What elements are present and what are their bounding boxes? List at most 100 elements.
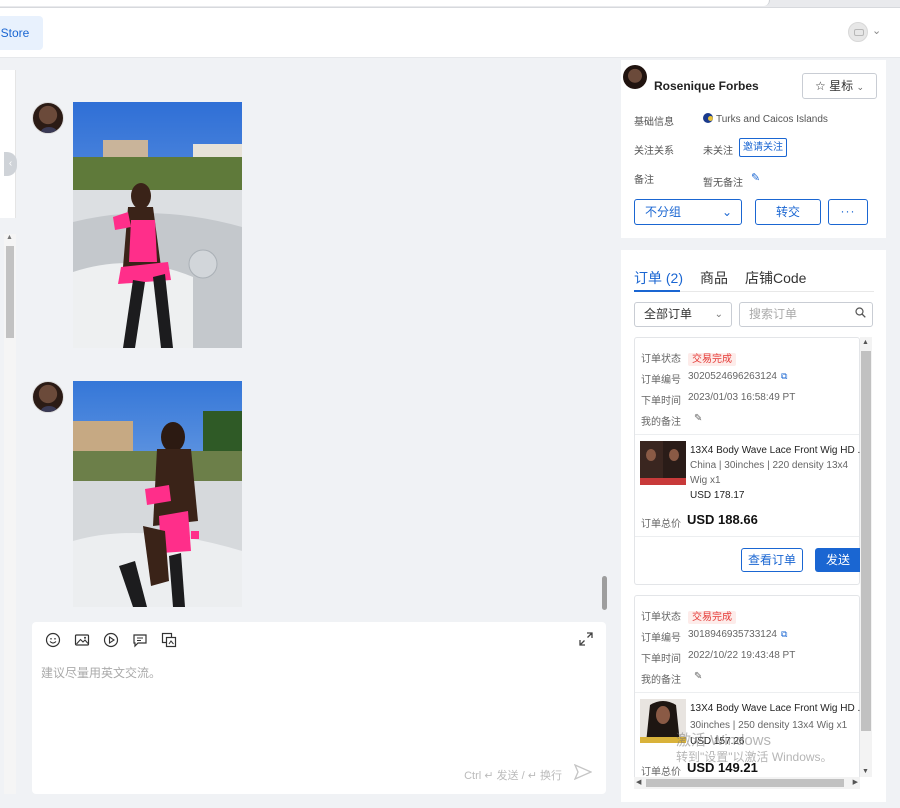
order-time-row: 下单时间 2022/10/22 19:43:48 PT	[641, 650, 795, 665]
order-time-row: 下单时间 2023/01/03 16:58:49 PT	[641, 392, 795, 407]
order-card: 订单状态 交易完成 订单编号 3020524696263124 ⧉ 下单时间 20…	[634, 337, 861, 585]
scroll-thumb[interactable]	[861, 351, 871, 731]
scroll-thumb[interactable]	[646, 779, 844, 787]
active-tab-indicator	[634, 290, 680, 292]
store-tab-label: al Store	[0, 26, 30, 40]
wig-product-icon	[640, 699, 686, 743]
order-total: USD 188.66	[687, 512, 758, 527]
expand-icon[interactable]	[579, 632, 593, 649]
order-time-label: 下单时间	[641, 654, 681, 665]
orders-panel: 订单 (2) 商品 店铺Code 全部订单 ⌄ 搜索订单 订单状态 交易完成 订…	[621, 250, 886, 802]
send-order-button[interactable]: 发送	[815, 548, 861, 572]
order-number-row: 订单编号 3020524696263124 ⧉	[641, 371, 787, 386]
product-title: 13X4 Body Wave Lace Front Wig HD ...	[690, 445, 860, 456]
transfer-button[interactable]: 转交	[755, 199, 821, 225]
order-filter-select[interactable]: 全部订单 ⌄	[634, 302, 732, 327]
product-thumbnail[interactable]	[640, 441, 686, 485]
conversation-list-scrollbar[interactable]: ▲	[4, 234, 16, 794]
message-input-placeholder[interactable]: 建议尽量用英文交流。	[41, 664, 161, 681]
quick-reply-icon[interactable]	[132, 632, 148, 648]
wig-product-icon	[640, 441, 686, 485]
order-number: 3020524696263124	[688, 371, 777, 382]
photo-icon	[73, 102, 242, 348]
tab-orders[interactable]: 订单 (2)	[634, 268, 683, 288]
product-spec: 30inches | 250 density 13x4 Wig x1	[690, 720, 848, 731]
my-note-label: 我的备注	[641, 675, 681, 686]
send-shortcut-hint: Ctrl ↵ 发送 / ↵ 换行	[464, 770, 562, 782]
country-name: Turks and Caicos Islands	[716, 114, 828, 125]
customer-info-card: Rosenique Forbes ☆ 星标 ⌄ 基础信息 Turks and C…	[621, 60, 886, 238]
flag-icon	[703, 113, 713, 123]
star-button-label: 星标	[829, 79, 854, 93]
chevron-down-icon: ⌄	[856, 82, 864, 92]
store-tab[interactable]: al Store	[0, 16, 43, 50]
copy-icon[interactable]: ⧉	[781, 371, 787, 381]
divider	[635, 692, 859, 693]
edit-note-icon[interactable]: ✎	[694, 413, 702, 424]
emoji-icon[interactable]	[45, 632, 61, 648]
scroll-left-arrow-icon[interactable]: ◀	[636, 778, 641, 786]
product-price: USD 178.17	[690, 490, 745, 501]
edit-note-icon[interactable]: ✎	[751, 171, 760, 184]
order-status-label: 订单状态	[641, 354, 681, 365]
note-value: 暂无备注	[703, 178, 743, 189]
basic-info-label: 基础信息	[634, 117, 674, 128]
scroll-up-arrow-icon[interactable]: ▲	[6, 234, 13, 241]
order-status-label: 订单状态	[641, 612, 681, 623]
copy-icon[interactable]: ⧉	[781, 629, 787, 639]
image-icon[interactable]	[74, 632, 90, 648]
order-filter-value: 全部订单	[644, 307, 693, 321]
top-bar: al Store ⌄	[0, 0, 900, 58]
order-search-input[interactable]: 搜索订单	[739, 302, 873, 327]
video-icon[interactable]	[103, 632, 119, 648]
tab-products[interactable]: 商品	[700, 268, 728, 288]
tab-store-code[interactable]: 店铺Code	[745, 268, 806, 288]
order-total-label: 订单总价	[641, 519, 681, 530]
order-list-horizontal-scrollbar[interactable]: ◀ ▶	[634, 777, 860, 789]
order-status-row: 订单状态 交易完成	[641, 608, 736, 624]
collapse-glyph: ‹	[8, 158, 13, 169]
edit-note-icon[interactable]: ✎	[694, 671, 702, 682]
more-button[interactable]: ···	[828, 199, 868, 225]
country-value: Turks and Caicos Islands	[703, 113, 828, 125]
collapse-panel-icon[interactable]: ‹	[4, 152, 17, 176]
order-tabs: 订单 (2) 商品 店铺Code	[634, 268, 806, 288]
product-card-icon[interactable]	[161, 632, 177, 648]
view-order-button[interactable]: 查看订单	[741, 548, 803, 572]
browser-tab-edge	[0, 0, 770, 6]
product-spec: China | 30inches | 220 density 13x4 Wig …	[690, 460, 849, 486]
search-icon[interactable]	[855, 303, 866, 326]
chevron-down-icon: ⌄	[721, 205, 732, 219]
scroll-thumb[interactable]	[6, 246, 14, 338]
customer-avatar	[32, 102, 64, 134]
composer-toolbar	[45, 632, 177, 648]
chat-image-message[interactable]	[73, 102, 242, 348]
scroll-right-arrow-icon[interactable]: ▶	[853, 778, 858, 786]
invite-follow-button[interactable]: 邀请关注	[739, 138, 787, 157]
order-search-placeholder: 搜索订单	[749, 307, 798, 321]
chat-message-area	[20, 60, 612, 620]
my-note-row: 我的备注 ✎	[641, 671, 702, 686]
follow-label: 关注关系	[634, 146, 674, 157]
send-arrow-icon[interactable]	[573, 763, 593, 785]
browser-chrome-strip	[0, 0, 900, 8]
conversation-list-panel: ‹	[0, 70, 17, 218]
order-time: 2022/10/22 19:43:48 PT	[688, 650, 796, 661]
order-total-label: 订单总价	[641, 767, 681, 778]
chat-image-message[interactable]	[73, 381, 242, 607]
order-status-row: 订单状态 交易完成	[641, 350, 736, 366]
product-thumbnail[interactable]	[640, 699, 686, 743]
scroll-up-arrow-icon[interactable]: ▲	[862, 339, 869, 346]
chat-scrollbar-thumb[interactable]	[602, 576, 607, 610]
message-composer: 建议尽量用英文交流。 Ctrl ↵ 发送 / ↵ 换行	[32, 622, 606, 794]
divider	[635, 536, 859, 537]
star-button[interactable]: ☆ 星标 ⌄	[802, 73, 877, 99]
scroll-down-arrow-icon[interactable]: ▼	[862, 768, 869, 775]
user-avatar-icon[interactable]	[848, 22, 868, 42]
group-select[interactable]: 不分组 ⌄	[634, 199, 742, 225]
order-list: 订单状态 交易完成 订单编号 3020524696263124 ⧉ 下单时间 20…	[634, 337, 874, 789]
order-list-vertical-scrollbar[interactable]: ▲ ▼	[860, 337, 872, 777]
chevron-down-icon[interactable]: ⌄	[872, 24, 881, 37]
order-card: 订单状态 交易完成 订单编号 3018946935733124 ⧉ 下单时间 20…	[634, 595, 860, 789]
my-note-row: 我的备注 ✎	[641, 413, 702, 428]
